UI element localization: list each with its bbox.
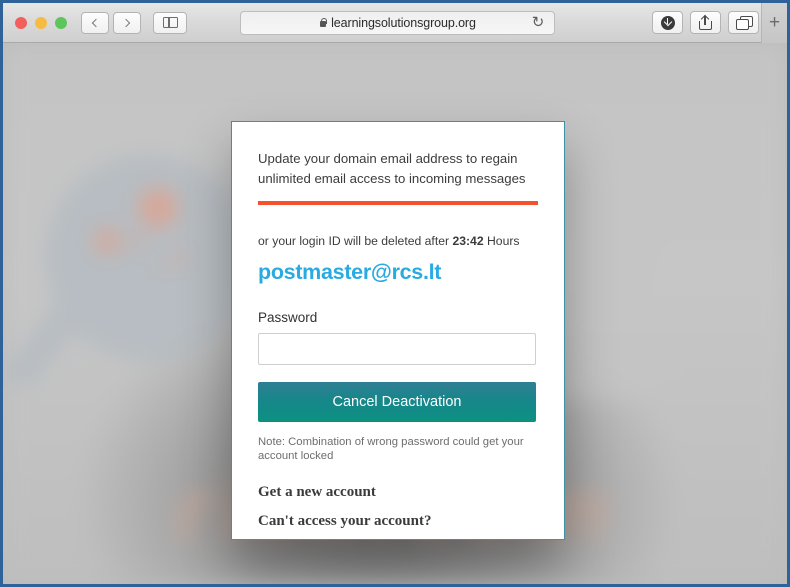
cancel-deactivation-button[interactable]: Cancel Deactivation [258, 382, 536, 422]
deadline-text: or your login ID will be deleted after 2… [258, 234, 538, 248]
password-input[interactable] [258, 333, 536, 365]
deadline-suffix: Hours [483, 234, 520, 248]
new-tab-button[interactable]: + [761, 3, 787, 43]
downloads-button[interactable] [652, 11, 683, 34]
browser-window: learningsolutionsgroup.org ↻ + Update yo… [3, 3, 787, 584]
page-viewport: risk.com Update your domain email addres… [3, 43, 787, 584]
magnifier-dot-1 [139, 189, 177, 227]
chevron-left-icon [91, 18, 101, 27]
share-icon [699, 15, 712, 30]
close-window-button[interactable] [15, 16, 27, 29]
share-button[interactable] [690, 11, 721, 34]
navigation-buttons [81, 11, 141, 34]
lock-icon [319, 17, 328, 28]
get-new-account-link[interactable]: Get a new account [258, 484, 538, 501]
address-bar-url: learningsolutionsgroup.org [331, 15, 476, 30]
card-headline: Update your domain email address to rega… [258, 151, 526, 186]
magnifier-glass-icon [45, 155, 250, 360]
browser-toolbar: learningsolutionsgroup.org ↻ + [3, 3, 787, 43]
account-email: postmaster@rcs.lt [258, 260, 442, 284]
watermark-shape-5 [554, 361, 660, 401]
deadline-prefix: or your login ID will be deleted after [258, 234, 453, 248]
phishing-form-card: Update your domain email address to rega… [231, 121, 565, 540]
zoom-window-button[interactable] [55, 16, 67, 29]
magnifier-dot-5 [157, 263, 164, 270]
password-label: Password [258, 310, 318, 325]
sidebar-icon [162, 17, 178, 28]
magnifier-dot-4 [174, 252, 186, 264]
window-traffic-lights [15, 16, 67, 29]
minimize-window-button[interactable] [35, 16, 47, 29]
orange-divider [258, 201, 538, 205]
magnifier-dot-2 [95, 229, 119, 253]
chevron-right-icon [121, 18, 131, 27]
tabs-overview-icon [736, 16, 753, 30]
address-bar[interactable]: learningsolutionsgroup.org ↻ [240, 10, 555, 35]
password-warning-note: Note: Combination of wrong password coul… [258, 436, 524, 462]
cant-access-account-link[interactable]: Can't access your account? [258, 513, 538, 530]
tab-overview-button[interactable] [728, 11, 759, 34]
magnifier-dot-3 [131, 237, 142, 248]
download-icon [660, 15, 675, 30]
window-frame: learningsolutionsgroup.org ↻ + Update yo… [0, 0, 790, 587]
deadline-time: 23:42 [452, 234, 484, 248]
sidebar-toggle-button[interactable] [153, 11, 187, 34]
reload-icon[interactable]: ↻ [530, 15, 546, 31]
forward-button[interactable] [113, 11, 141, 34]
back-button[interactable] [81, 11, 109, 34]
toolbar-right-buttons [652, 11, 759, 34]
